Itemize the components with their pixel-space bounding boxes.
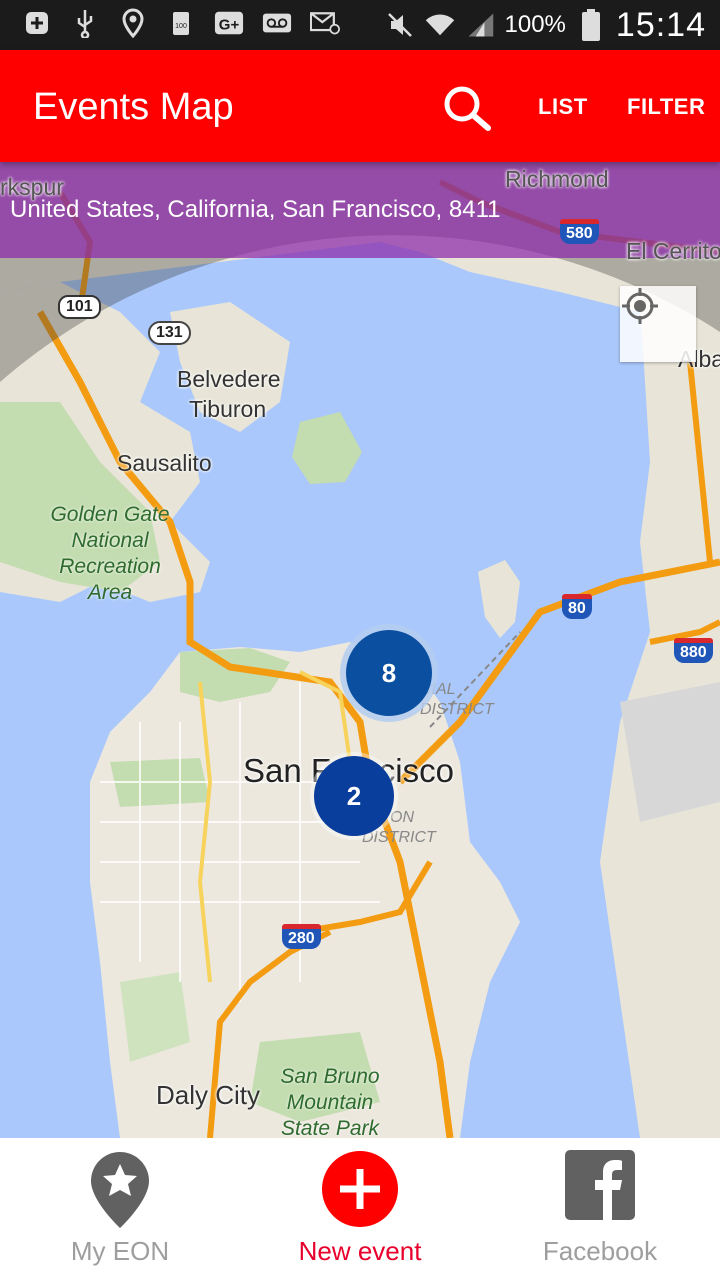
event-cluster-marker[interactable]: 2: [314, 756, 394, 836]
signal-icon: [465, 10, 495, 40]
map-label-richmond: Richmond: [505, 166, 609, 192]
status-right: 100% 15:14: [385, 0, 706, 50]
search-icon: [444, 86, 491, 131]
plus-circle-icon: [322, 1151, 398, 1227]
list-button[interactable]: LIST: [538, 94, 588, 120]
nav-facebook[interactable]: Facebook: [480, 1138, 720, 1280]
status-bar: 100 G+ 100% 15:14: [0, 0, 720, 50]
wifi-icon: [425, 10, 455, 40]
battery-100-icon: 100: [166, 8, 196, 38]
clock: 15:14: [615, 5, 706, 44]
notification-icons: 100 G+: [22, 8, 340, 38]
park-line: State Park: [280, 1117, 380, 1138]
park-line: San Bruno: [280, 1065, 380, 1088]
highway-shield-280: 280: [282, 924, 321, 949]
district-label-financial: CIAL DISTRICT: [420, 680, 494, 720]
crosshair-icon: [622, 288, 658, 324]
voicemail-icon: [262, 8, 292, 38]
highway-shield-80: 80: [562, 594, 592, 619]
page-title: Events Map: [33, 86, 234, 128]
nav-label: New event: [298, 1236, 422, 1266]
usb-icon: [70, 8, 100, 38]
nav-label: Facebook: [542, 1236, 658, 1266]
battery-percentage: 100%: [504, 11, 566, 38]
highway-shield-580: 580: [560, 219, 599, 244]
plus-box-icon: [22, 8, 52, 38]
nav-my-eon[interactable]: My EON: [0, 1138, 240, 1280]
park-label-golden-gate: Golden Gate National Recreation Area: [45, 502, 175, 606]
map-view[interactable]: United States, California, San Francisco…: [0, 162, 720, 1138]
park-label-san-bruno: San Bruno Mountain State Park: [270, 1064, 390, 1138]
filter-button[interactable]: FILTER: [627, 94, 705, 120]
park-line: Golden Gate: [50, 503, 170, 526]
svg-text:100: 100: [175, 23, 187, 30]
nav-label: My EON: [70, 1236, 170, 1266]
highway-shield-131: 131: [148, 321, 191, 345]
google-plus-icon: G+: [214, 8, 244, 38]
my-location-button[interactable]: [620, 286, 696, 362]
facebook-icon: [565, 1150, 635, 1220]
address-text: United States, California, San Francisco…: [10, 196, 501, 223]
event-cluster-marker[interactable]: 8: [346, 630, 432, 716]
location-pin-icon: [118, 8, 148, 38]
map-label-sausalito: Sausalito: [117, 450, 212, 476]
map-label-tiburon: Tiburon: [189, 396, 267, 422]
svg-text:G+: G+: [219, 17, 240, 34]
highway-shield-101: 101: [58, 295, 101, 319]
app-bar: Events Map LIST FILTER: [0, 50, 720, 162]
address-banner: United States, California, San Francisco…: [0, 162, 720, 258]
park-line: Mountain: [286, 1091, 374, 1114]
map-label-larkspur: rkspur: [0, 174, 64, 200]
map-label-belvedere: Belvedere: [177, 366, 281, 392]
district-line: DISTRICT: [420, 701, 494, 718]
map-label-el-cerrito: El Cerrito: [626, 238, 720, 264]
search-button[interactable]: [440, 84, 496, 132]
battery-icon: [576, 9, 606, 41]
highway-shield-880: 880: [674, 638, 713, 663]
park-line: Recreation: [59, 555, 161, 578]
mute-icon: [385, 10, 415, 40]
park-line: National: [71, 529, 149, 552]
nav-new-event[interactable]: New event: [240, 1138, 480, 1280]
district-line: CIAL: [420, 681, 456, 698]
star-pin-icon: [91, 1152, 149, 1228]
email-icon: [310, 8, 340, 38]
map-label-daly-city: Daly City: [156, 1080, 261, 1110]
bottom-navigation: My EON New event Facebook: [0, 1138, 720, 1280]
park-line: Area: [87, 581, 133, 604]
